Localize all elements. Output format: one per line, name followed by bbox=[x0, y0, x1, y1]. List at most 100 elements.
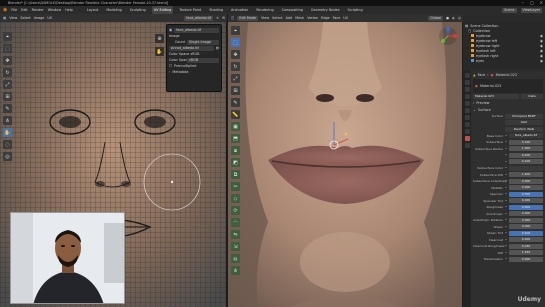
orientation-selector[interactable]: Global bbox=[428, 15, 444, 21]
bevel-icon[interactable]: ◩ bbox=[231, 158, 240, 167]
shading-solid-icon[interactable]: ● bbox=[446, 14, 449, 22]
outliner-scene-collection[interactable]: Scene Collection bbox=[470, 24, 498, 28]
pan-hand-icon[interactable]: ✋ bbox=[155, 47, 164, 56]
annotate-icon[interactable]: ✎ bbox=[3, 104, 12, 113]
view-layer-tab-icon[interactable] bbox=[464, 94, 470, 99]
eye-icon[interactable]: ◉ bbox=[540, 49, 543, 53]
property-value-field[interactable]: 0.000 bbox=[509, 237, 543, 243]
spin-icon[interactable]: ⟳ bbox=[231, 206, 240, 215]
modifier-tab-icon[interactable] bbox=[464, 122, 470, 127]
menu-window[interactable]: Window bbox=[48, 6, 61, 14]
eye-icon[interactable]: ◉ bbox=[540, 39, 543, 43]
tab-rendering[interactable]: Rendering bbox=[254, 6, 275, 14]
eye-icon[interactable]: ◉ bbox=[540, 54, 543, 58]
smooth-icon[interactable]: ◠ bbox=[231, 218, 240, 227]
scene-tab-icon[interactable] bbox=[464, 101, 470, 106]
tab-uv-editing[interactable]: UV Editing bbox=[151, 6, 174, 14]
property-value-field[interactable]: 0.100 bbox=[509, 139, 543, 145]
blender-logo-icon[interactable]: ◉ bbox=[3, 6, 7, 14]
property-value-field[interactable]: 0.500 bbox=[509, 191, 543, 197]
property-value-field[interactable]: 1.000 bbox=[509, 146, 543, 152]
shading-rendered-icon[interactable]: ◍ bbox=[458, 14, 461, 22]
popup-image-name[interactable]: face_albedo.tif bbox=[174, 27, 219, 33]
view-layer-selector[interactable]: ViewLayer bbox=[520, 7, 542, 13]
section-preview[interactable]: Preview bbox=[476, 101, 489, 105]
shading-material-icon[interactable]: ◐ bbox=[452, 14, 455, 22]
output-tab-icon[interactable] bbox=[464, 87, 470, 92]
material-slot-list[interactable]: ● Material.023 bbox=[473, 78, 543, 93]
knife-icon[interactable]: ✂ bbox=[231, 182, 240, 191]
property-value-field[interactable]: 0.000 bbox=[509, 211, 543, 217]
loop-cut-icon[interactable]: ⧉ bbox=[231, 170, 240, 179]
annotate-icon[interactable]: ✎ bbox=[231, 98, 240, 107]
subsurface-method-field[interactable]: Random Walk bbox=[505, 126, 543, 132]
add-cube-icon[interactable]: ▣ bbox=[231, 122, 240, 131]
popup-source-field[interactable]: Single Image bbox=[187, 39, 219, 45]
transform-icon[interactable]: ⊞ bbox=[231, 86, 240, 95]
property-value-field[interactable]: 0.000 bbox=[509, 178, 543, 184]
poly-build-icon[interactable]: ◇ bbox=[231, 194, 240, 203]
render-tab-icon[interactable] bbox=[464, 80, 470, 85]
view-options-icon[interactable]: ⚙ bbox=[222, 14, 225, 22]
popup-section-image[interactable]: Image bbox=[169, 34, 180, 38]
property-value-field[interactable]: 0.000 bbox=[509, 224, 543, 230]
cursor-icon[interactable]: ⌖ bbox=[3, 32, 12, 41]
vp-menu-edge[interactable]: Edge bbox=[321, 14, 330, 22]
property-value-field[interactable]: 1.450 bbox=[509, 250, 543, 256]
move-icon[interactable]: ✥ bbox=[231, 50, 240, 59]
outliner-row[interactable]: eyes ◉ bbox=[465, 58, 543, 63]
vp-menu-uv[interactable]: UV bbox=[343, 14, 348, 22]
relax-icon[interactable]: ◌ bbox=[3, 140, 12, 149]
material-tab-icon[interactable] bbox=[464, 136, 470, 141]
tool-tab-icon[interactable] bbox=[464, 73, 470, 78]
shear-icon[interactable]: ⧅ bbox=[231, 254, 240, 263]
property-value-field[interactable]: 0.000 bbox=[509, 256, 543, 262]
rotate-icon[interactable]: ↻ bbox=[231, 62, 240, 71]
cursor-icon[interactable]: ⌖ bbox=[231, 26, 240, 35]
extrude-icon[interactable]: ⬒ bbox=[231, 134, 240, 143]
tab-geometry-nodes[interactable]: Geometry Nodes bbox=[309, 6, 342, 14]
measure-icon[interactable]: 📏 bbox=[231, 110, 240, 119]
section-surface[interactable]: Surface bbox=[478, 108, 491, 112]
menu-render[interactable]: Render bbox=[32, 6, 44, 14]
vp-menu-view[interactable]: View bbox=[261, 14, 269, 22]
grab-icon[interactable]: ✋ bbox=[3, 128, 12, 137]
popup-colorspace-field[interactable]: sRGB bbox=[187, 57, 219, 63]
tab-compositing[interactable]: Compositing bbox=[280, 6, 305, 14]
property-value-field[interactable]: 0.500 bbox=[509, 204, 543, 210]
uv-menu-uv[interactable]: UV bbox=[47, 14, 52, 22]
folder-icon[interactable]: ▤ bbox=[216, 46, 219, 50]
property-value-field[interactable]: 0.000 bbox=[509, 217, 543, 223]
tab-modeling[interactable]: Modeling bbox=[104, 6, 123, 14]
inset-icon[interactable]: ⧈ bbox=[231, 146, 240, 155]
navigation-gizmo[interactable] bbox=[438, 26, 458, 46]
vp-menu-add[interactable]: Add bbox=[286, 14, 293, 22]
pinch-icon[interactable]: ◎ bbox=[3, 152, 12, 161]
surface-shader-field[interactable]: Principled BSDF bbox=[505, 113, 543, 119]
property-value-field[interactable]: 0.100 bbox=[509, 159, 543, 165]
uv-menu-view[interactable]: View bbox=[9, 14, 17, 22]
menu-edit[interactable]: Edit bbox=[21, 6, 28, 14]
vp-menu-select[interactable]: Select bbox=[272, 14, 282, 22]
rip-icon[interactable]: ⋔ bbox=[3, 116, 12, 125]
material-slot-name[interactable]: Material.023 bbox=[480, 84, 501, 88]
tab-texture-paint[interactable]: Texture Paint bbox=[177, 6, 203, 14]
world-tab-icon[interactable] bbox=[464, 108, 470, 113]
vp-menu-mesh[interactable]: Mesh bbox=[295, 14, 304, 22]
menu-help[interactable]: Help bbox=[65, 6, 73, 14]
rip-icon[interactable]: ⋔ bbox=[231, 266, 240, 275]
eye-icon[interactable]: ◉ bbox=[540, 44, 543, 48]
property-value-field[interactable]: 0.200 bbox=[509, 152, 543, 158]
menu-file[interactable]: File bbox=[11, 6, 17, 14]
rotate-icon[interactable]: ↻ bbox=[3, 68, 12, 77]
move-icon[interactable]: ✥ bbox=[3, 56, 12, 65]
3d-viewport[interactable]: ⌖ ⬚ ✥ ↻ ⤢ ⊞ ✎ 📏 ▣ ⬒ ⧈ ◩ ⧉ ✂ ◇ ⟳ ◠ ⇋ ⇲ ⧅ … bbox=[228, 22, 462, 307]
uv-menu-image[interactable]: Image bbox=[34, 14, 45, 22]
eye-icon[interactable]: ◉ bbox=[540, 59, 543, 63]
scene-selector[interactable]: Scene bbox=[502, 7, 517, 13]
checkbox-icon[interactable]: ☐ bbox=[169, 64, 172, 68]
data-tab-icon[interactable] bbox=[464, 129, 470, 134]
property-value-field[interactable]: 1.400 bbox=[509, 172, 543, 178]
property-value-field[interactable]: face_albedo.tif bbox=[509, 133, 543, 139]
close-image-icon[interactable]: ✕ bbox=[216, 14, 219, 22]
